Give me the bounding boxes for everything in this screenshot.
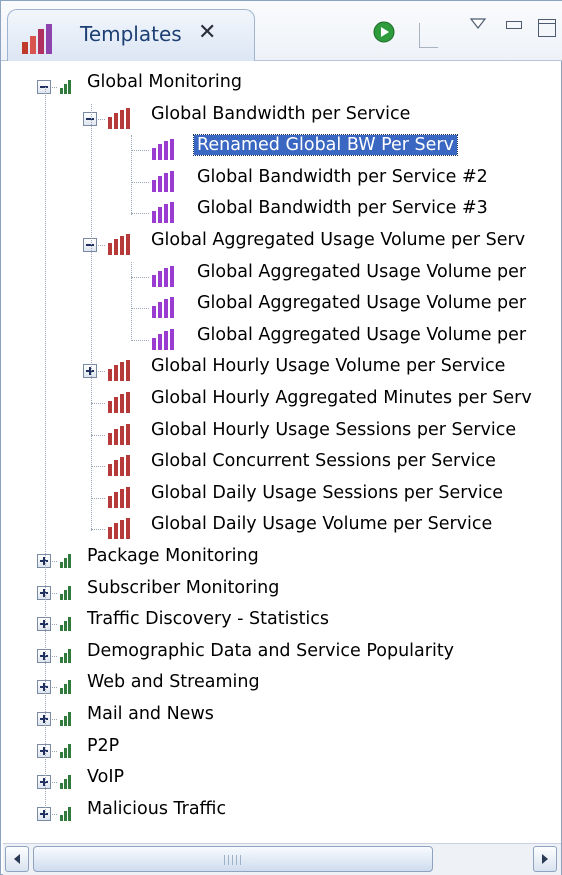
template-chart-icon xyxy=(108,486,130,508)
view-menu-icon[interactable] xyxy=(469,17,487,31)
scrollbar-grip xyxy=(224,855,244,865)
tree-item-label[interactable]: Global Daily Usage Volume per Service xyxy=(151,514,492,534)
tree-item-label[interactable]: Global Bandwidth per Service #2 xyxy=(197,167,488,187)
horizontal-scrollbar[interactable] xyxy=(3,843,561,875)
tree-connector xyxy=(131,213,149,215)
group-chart-icon xyxy=(60,554,71,568)
tree-item-label[interactable]: Global Daily Usage Sessions per Service xyxy=(151,483,503,503)
template-chart-icon xyxy=(108,234,130,255)
tree-item-label[interactable]: Subscriber Monitoring xyxy=(87,578,279,598)
tree-item-label[interactable]: Global Hourly Usage Sessions per Service xyxy=(151,420,516,440)
tree-connector xyxy=(131,135,132,215)
expand-toggle-icon[interactable] xyxy=(37,712,51,726)
template-chart-icon xyxy=(108,392,130,413)
group-chart-icon xyxy=(60,775,71,790)
template-chart-icon xyxy=(108,455,130,477)
instance-chart-icon xyxy=(152,328,174,350)
templates-view: Templates ✕ Global Monitoring Global Band… xyxy=(0,0,562,875)
instance-chart-icon xyxy=(152,202,174,224)
tree-item-label[interactable]: Global Bandwidth per Service #3 xyxy=(197,198,488,218)
tree-item-label[interactable]: Web and Streaming xyxy=(87,672,260,692)
tree-item-label[interactable]: Global Hourly Aggregated Minutes per Ser… xyxy=(151,388,532,408)
minimize-icon[interactable] xyxy=(506,21,522,29)
group-chart-icon xyxy=(60,80,71,94)
scrollbar-thumb[interactable] xyxy=(33,846,433,872)
template-chart-icon xyxy=(108,360,130,382)
instance-chart-icon xyxy=(152,297,174,319)
tree-connector xyxy=(131,181,149,183)
tree-item-label[interactable]: Package Monitoring xyxy=(87,546,259,566)
instance-chart-icon xyxy=(152,139,174,161)
tree-item-label[interactable]: Mail and News xyxy=(87,704,214,724)
tree-item-label[interactable]: Global Aggregated Usage Volume per Serv xyxy=(151,230,525,250)
group-chart-icon xyxy=(60,617,71,632)
collapse-toggle-icon[interactable] xyxy=(37,80,51,94)
instance-chart-icon xyxy=(152,265,174,287)
tree-connector xyxy=(131,276,149,278)
expand-toggle-icon[interactable] xyxy=(37,585,51,600)
tree-item-label[interactable]: VoIP xyxy=(87,767,124,787)
group-chart-icon xyxy=(60,648,71,663)
scroll-right-icon[interactable] xyxy=(533,846,557,872)
tree-item-label[interactable]: Global Bandwidth per Service xyxy=(151,104,410,124)
tree-item-label[interactable]: P2P xyxy=(87,736,119,756)
expand-toggle-icon[interactable] xyxy=(83,364,97,379)
tree-item-label[interactable]: Global Aggregated Usage Volume per xyxy=(197,325,526,345)
group-chart-icon xyxy=(60,680,71,695)
close-icon[interactable]: ✕ xyxy=(198,20,216,45)
tree-connector xyxy=(91,529,105,531)
tree-item-label[interactable]: Demographic Data and Service Popularity xyxy=(87,641,454,661)
tree-connector xyxy=(45,87,46,814)
group-chart-icon xyxy=(60,743,71,758)
tree-connector xyxy=(91,403,105,404)
maximize-icon[interactable] xyxy=(538,19,556,37)
expand-toggle-icon[interactable] xyxy=(37,617,51,632)
template-tree: Global Monitoring Global Bandwidth per Se… xyxy=(1,61,562,841)
tab-templates[interactable]: Templates ✕ xyxy=(7,9,255,61)
expand-toggle-icon[interactable] xyxy=(37,554,51,568)
group-chart-icon xyxy=(60,806,71,821)
tree-item-label[interactable]: Traffic Discovery - Statistics xyxy=(87,609,329,629)
tree-item-label[interactable]: Global Monitoring xyxy=(87,72,242,92)
scroll-left-icon[interactable] xyxy=(5,846,29,872)
expand-toggle-icon[interactable] xyxy=(37,775,51,790)
run-icon[interactable] xyxy=(373,21,395,43)
tree-item-label[interactable]: Malicious Traffic xyxy=(87,799,226,819)
tree-connector xyxy=(131,339,149,341)
tree-connector xyxy=(131,261,132,342)
tree-item-label[interactable]: Global Aggregated Usage Volume per xyxy=(197,293,526,313)
chart-icon xyxy=(22,24,52,54)
group-chart-icon xyxy=(60,585,71,600)
template-chart-icon xyxy=(108,518,130,540)
instance-chart-icon xyxy=(152,170,174,192)
collapse-toggle-icon[interactable] xyxy=(83,238,97,252)
tree-connector xyxy=(131,150,149,152)
tree-connector xyxy=(91,497,105,499)
tree-item-label[interactable]: Renamed Global BW Per Serv xyxy=(193,134,458,157)
tree-connector xyxy=(131,308,149,310)
collapse-toggle-icon[interactable] xyxy=(83,111,97,126)
tree-connector xyxy=(91,466,105,468)
tree-item-label[interactable]: Global Hourly Usage Volume per Service xyxy=(151,356,505,376)
tree-connector xyxy=(91,103,92,531)
toolbar-separator xyxy=(419,23,438,48)
expand-toggle-icon[interactable] xyxy=(37,648,51,663)
group-chart-icon xyxy=(60,712,71,726)
tree-item-label[interactable]: Global Concurrent Sessions per Service xyxy=(151,451,496,471)
expand-toggle-icon[interactable] xyxy=(37,743,51,758)
tree-item-label[interactable]: Global Aggregated Usage Volume per xyxy=(197,262,526,282)
expand-toggle-icon[interactable] xyxy=(37,806,51,821)
view-header: Templates ✕ xyxy=(1,1,562,61)
tree-connector xyxy=(91,434,105,436)
template-chart-icon xyxy=(108,423,130,445)
expand-toggle-icon[interactable] xyxy=(37,680,51,695)
tab-title: Templates xyxy=(80,22,182,46)
template-chart-icon xyxy=(108,107,130,129)
